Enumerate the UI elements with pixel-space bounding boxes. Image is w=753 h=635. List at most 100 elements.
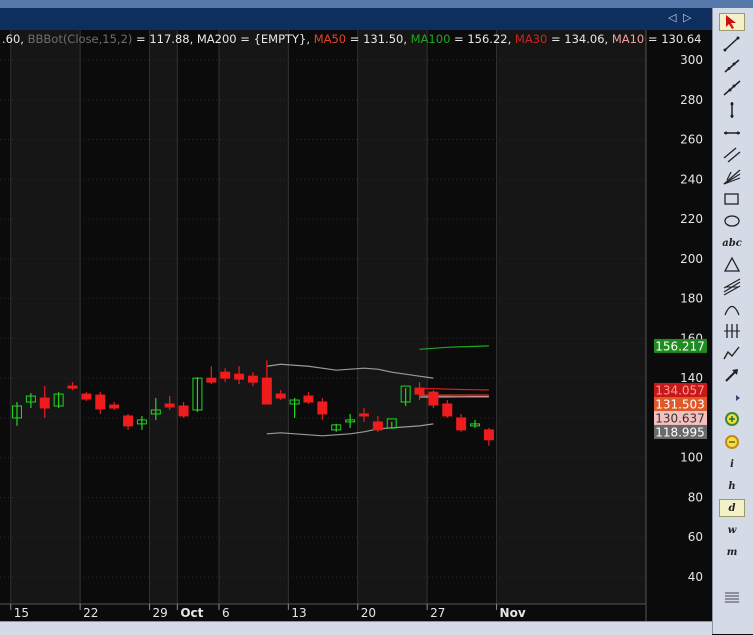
indicator-segment: = 130.64: [644, 32, 701, 46]
fibonacci-icon[interactable]: [719, 278, 745, 296]
window-top-strip: [0, 0, 753, 8]
price-tick-label: 60: [688, 530, 703, 544]
candle-body: [443, 404, 452, 416]
rectangle-icon[interactable]: [719, 190, 745, 208]
interval-h-label: h: [728, 481, 735, 492]
week-band: [358, 30, 427, 604]
indicator-segment: MA10: [612, 32, 644, 46]
candle-body: [68, 386, 77, 388]
date-tick-label: 27: [430, 606, 445, 620]
ray-icon[interactable]: [719, 57, 745, 75]
indicator-segment: = 156.22,: [450, 32, 515, 46]
date-tick-label: 15: [14, 606, 29, 620]
candle-body: [484, 430, 493, 440]
week-band: [150, 30, 178, 604]
price-tick-label: 220: [680, 212, 703, 226]
price-label-text: 118.995: [655, 425, 705, 439]
ellipse-icon[interactable]: [719, 212, 745, 230]
text-icon[interactable]: abc: [719, 234, 745, 252]
magnet-arrow-icon[interactable]: [719, 366, 745, 384]
indicator-segment: MA50: [314, 32, 346, 46]
price-tick-label: 40: [688, 570, 703, 584]
interval-d-icon[interactable]: d: [719, 499, 745, 517]
candle-body: [221, 372, 230, 378]
price-label-text: 131.503: [655, 397, 705, 411]
zoom-in-icon[interactable]: [719, 410, 745, 428]
candle-body: [457, 418, 466, 430]
text-label: abc: [722, 238, 742, 249]
interval-w-label: w: [728, 525, 737, 536]
candle-body: [110, 405, 119, 408]
interval-d-label: d: [729, 503, 736, 514]
date-tick-label: Oct: [180, 606, 203, 620]
indicator-segment: BBBot(Close,15,2): [28, 32, 133, 46]
scroll-right-icon[interactable]: ▷: [683, 11, 691, 24]
price-tick-label: 80: [688, 490, 703, 504]
fan-lines-icon[interactable]: [719, 168, 745, 186]
horizontal-line-icon[interactable]: [719, 124, 745, 142]
chart-title-bar: ◁ ▷: [0, 8, 712, 30]
candle-body: [262, 378, 271, 404]
date-tick-label: 22: [83, 606, 98, 620]
indicator-segment: MA100: [411, 32, 451, 46]
candle-body: [40, 398, 49, 408]
arc-icon[interactable]: [719, 300, 745, 318]
week-band: [219, 30, 288, 604]
parallel-lines-icon[interactable]: [719, 146, 745, 164]
line-segment-icon[interactable]: [719, 35, 745, 53]
pointer-icon[interactable]: [719, 13, 745, 31]
price-tick-label: 100: [680, 451, 703, 465]
date-tick-label: 29: [153, 606, 168, 620]
price-tick-label: 200: [680, 252, 703, 266]
candle-body: [165, 404, 174, 407]
triangle-icon[interactable]: [719, 256, 745, 274]
price-tick-label: 280: [680, 93, 703, 107]
candle-body: [415, 388, 424, 394]
interval-m-icon[interactable]: m: [719, 543, 745, 561]
interval-h-icon[interactable]: h: [719, 477, 745, 495]
candle-body: [207, 378, 216, 382]
interval-m-label: m: [727, 547, 738, 558]
candle-body: [124, 416, 133, 426]
extended-line-icon[interactable]: [719, 79, 745, 97]
price-label-text: 134.057: [655, 383, 705, 397]
date-tick-label: 6: [222, 606, 230, 620]
date-tick-label: 13: [291, 606, 306, 620]
week-band: [11, 30, 80, 604]
indicator-segment: .60,: [2, 32, 28, 46]
price-tick-label: 300: [680, 53, 703, 67]
candle-body: [304, 396, 313, 402]
candle-body: [82, 394, 91, 399]
date-tick-label: Nov: [500, 606, 526, 620]
indicator-segment: MA30: [515, 32, 547, 46]
scroll-left-icon[interactable]: ◁: [668, 11, 676, 24]
interval-i-icon[interactable]: i: [719, 455, 745, 473]
candle-body: [235, 374, 244, 379]
price-tick-label: 260: [680, 133, 703, 147]
candle-body: [373, 422, 382, 430]
toolbar-scroll-icon[interactable]: [719, 389, 745, 407]
grip-icon[interactable]: [719, 588, 745, 606]
week-band: [497, 30, 646, 604]
indicator-segment: = 117.88, MA200 = {EMPTY},: [132, 32, 313, 46]
price-tick-label: 240: [680, 172, 703, 186]
price-chart[interactable]: 406080100120140160180200220240260280300 …: [0, 30, 712, 621]
price-label-text: 156.217: [655, 339, 705, 353]
candle-body: [248, 376, 257, 382]
interval-i-label: i: [730, 459, 734, 470]
price-tick-label: 180: [680, 292, 703, 306]
chart-scrollbar[interactable]: [0, 621, 712, 635]
polyline-icon[interactable]: [719, 344, 745, 362]
cycle-lines-icon[interactable]: [719, 322, 745, 340]
indicator-segment: = 131.50,: [346, 32, 411, 46]
date-tick-label: 20: [361, 606, 376, 620]
candle-body: [429, 392, 438, 405]
zoom-out-icon[interactable]: [719, 433, 745, 451]
price-label-text: 130.637: [655, 411, 705, 425]
candle-body: [179, 406, 188, 416]
drawing-toolbar: abc ihdwm: [712, 8, 753, 634]
interval-w-icon[interactable]: w: [719, 521, 745, 539]
candle-body: [360, 414, 369, 416]
vertical-line-icon[interactable]: [719, 101, 745, 119]
indicator-readout: .60, BBBot(Close,15,2) = 117.88, MA200 =…: [2, 32, 701, 46]
